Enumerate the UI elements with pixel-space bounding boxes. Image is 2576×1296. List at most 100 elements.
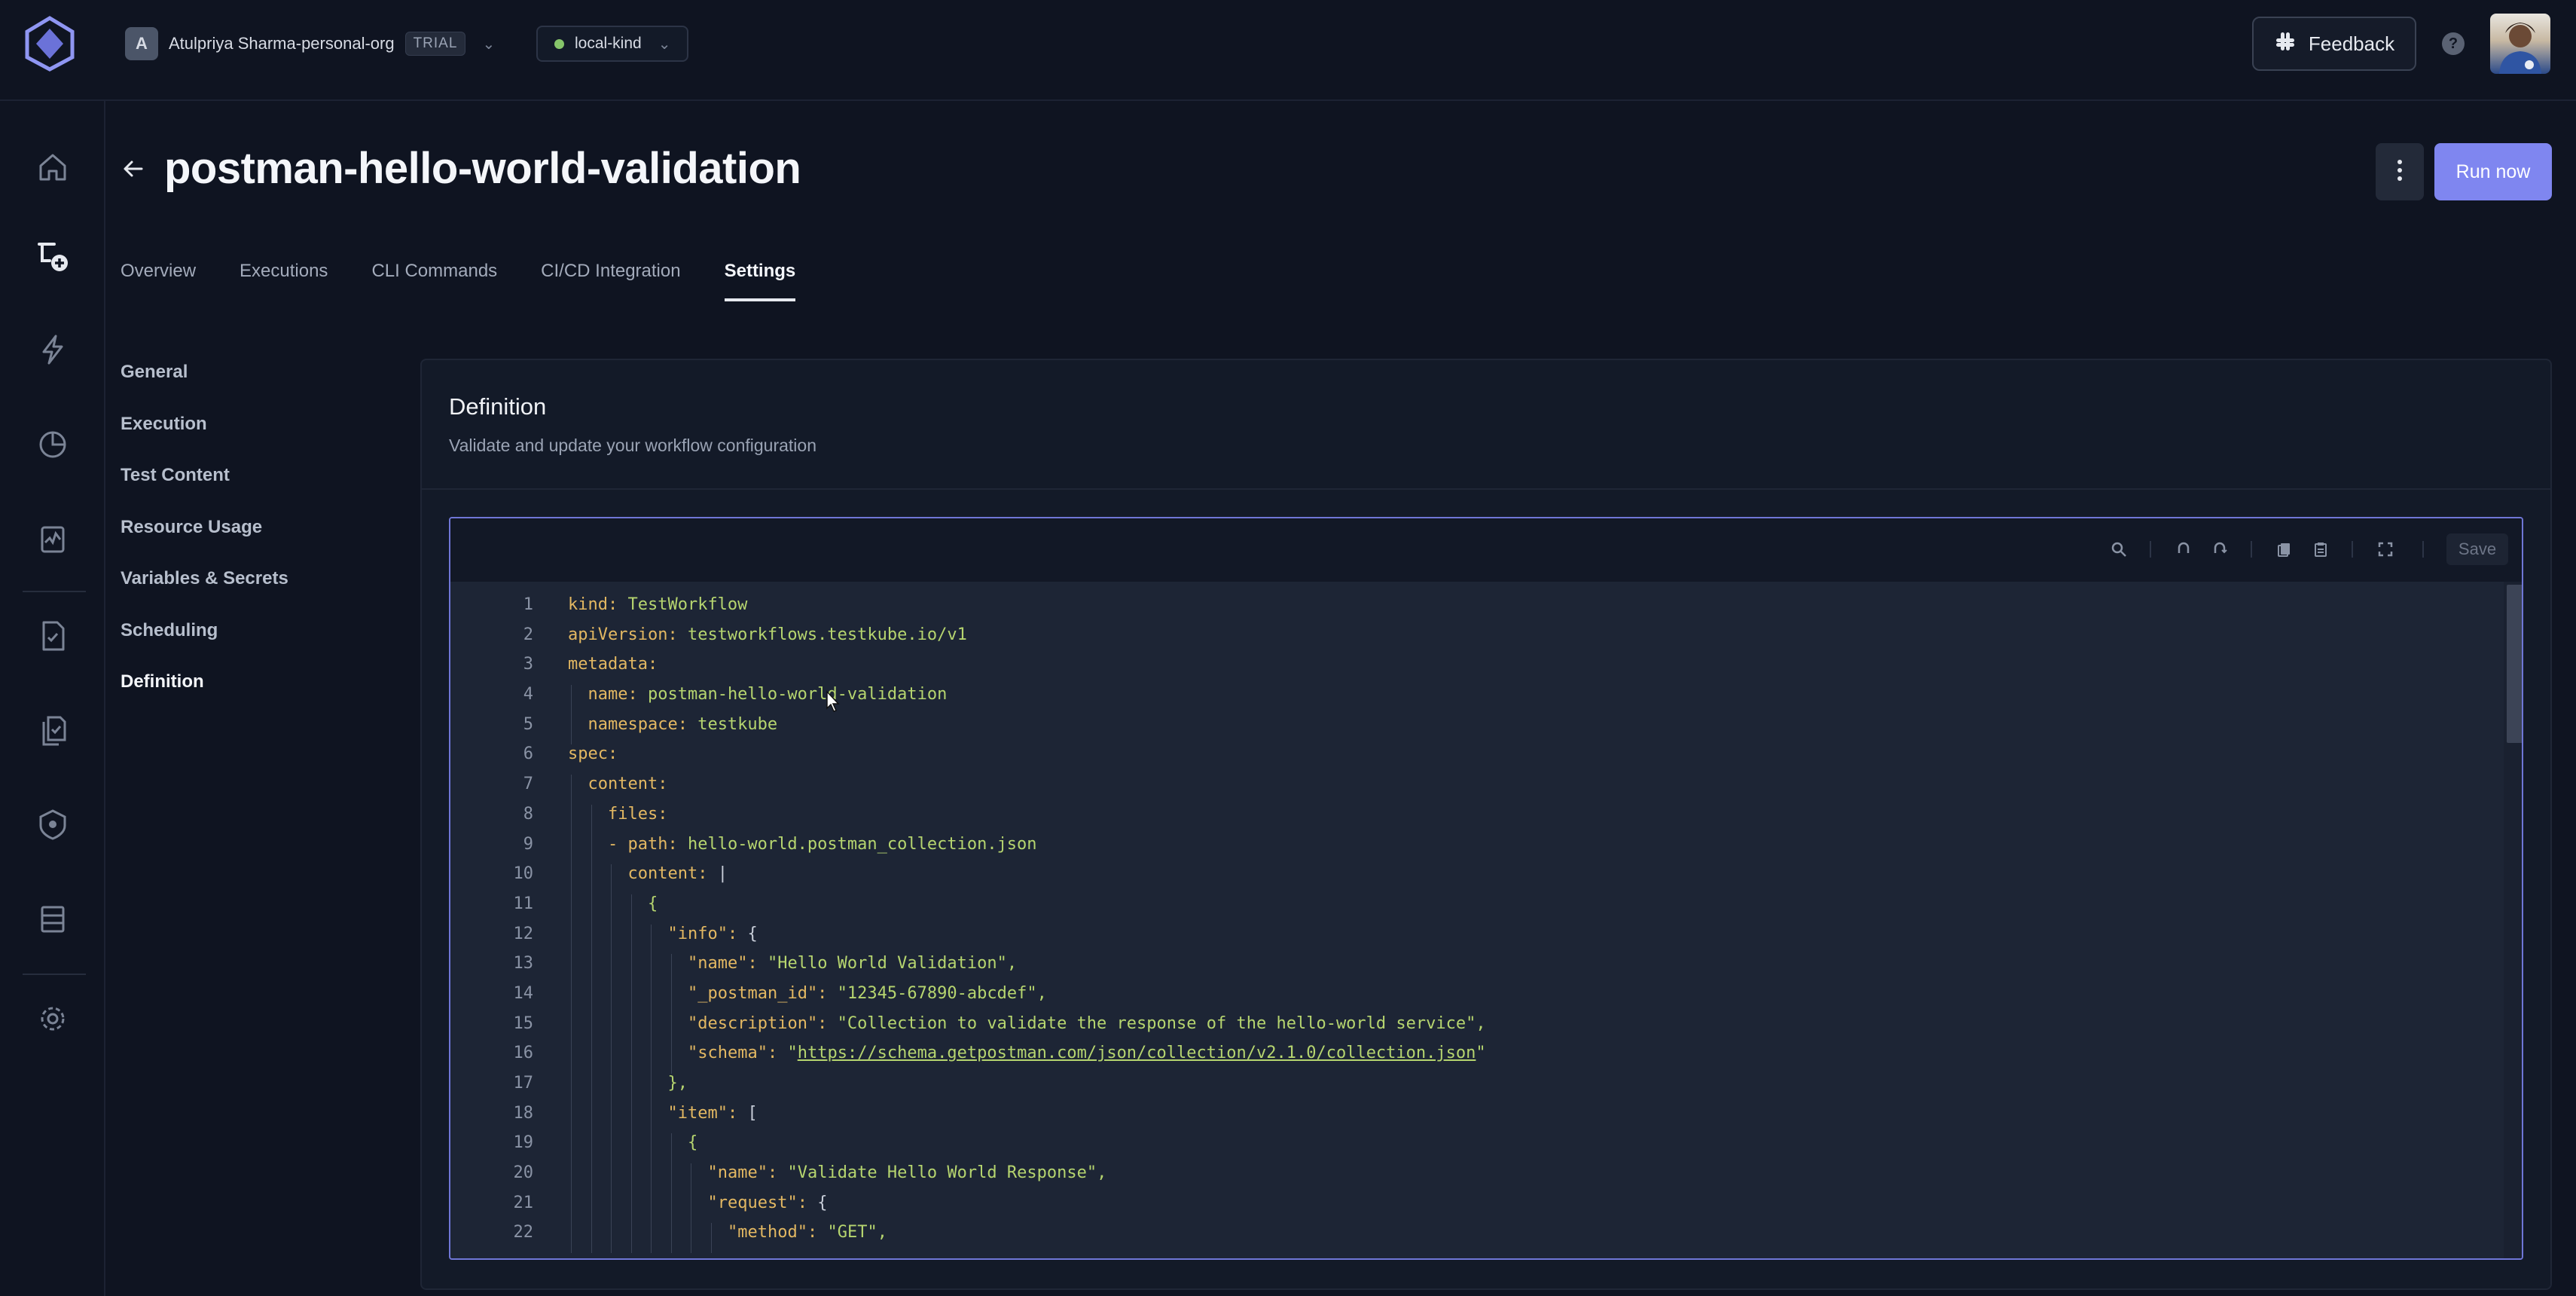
undo-icon[interactable] (2172, 538, 2195, 561)
tab-overview[interactable]: Overview (121, 261, 196, 306)
feedback-label: Feedback (2308, 32, 2395, 55)
home-icon[interactable] (33, 148, 72, 187)
settings-item-scheduling[interactable]: Scheduling (121, 620, 288, 672)
line-number: 6 (523, 744, 533, 764)
feedback-button[interactable]: Feedback (2252, 17, 2416, 71)
code-line[interactable]: 17}, (450, 1074, 2522, 1104)
indent-guide (651, 983, 652, 1014)
tab-executions[interactable]: Executions (240, 261, 328, 306)
code-line[interactable]: 2 apiVersion: testworkflows.testkube.io/v… (450, 625, 2522, 656)
settings-item-variables-secrets[interactable]: Variables & Secrets (121, 568, 288, 620)
definition-panel: Definition Validate and update your work… (420, 359, 2552, 1290)
indent-guide (611, 1163, 612, 1194)
editor-scrollbar-thumb[interactable] (2507, 585, 2522, 743)
save-button[interactable]: Save (2446, 533, 2508, 565)
code-line[interactable]: 8 files: (450, 804, 2522, 835)
yaml-key: metadata: (568, 655, 658, 674)
yaml-editor[interactable]: Save 1 kind: TestWorkflow 2 apiVersion: tes… (449, 517, 2523, 1260)
indent-guide (611, 1013, 612, 1044)
tab-settings[interactable]: Settings (724, 261, 795, 306)
code-line[interactable]: 22 "method": "GET", (450, 1223, 2522, 1254)
indent-guide (611, 894, 612, 925)
code-line[interactable]: 19 { (450, 1133, 2522, 1164)
indent-guide (670, 1013, 672, 1044)
code-line[interactable]: 12 "info": { (450, 924, 2522, 955)
environment-switcher[interactable]: local-kind ⌄ (536, 26, 688, 62)
indent-guide (571, 954, 572, 984)
settings-item-general[interactable]: General (121, 362, 288, 414)
lightning-icon[interactable] (33, 330, 72, 369)
more-options-button[interactable] (2376, 143, 2424, 200)
list-icon[interactable] (33, 900, 72, 939)
search-icon[interactable] (2107, 538, 2130, 561)
indent-guide (571, 804, 572, 835)
code-line[interactable]: 9 - path: hello-world.postman_collection.… (450, 834, 2522, 865)
indent-guide (591, 894, 592, 925)
pie-chart-icon[interactable] (33, 425, 72, 464)
test-file-icon[interactable] (33, 616, 72, 656)
settings-item-execution[interactable]: Execution (121, 414, 288, 466)
yaml-key: name: (588, 685, 638, 705)
paste-icon[interactable] (2309, 538, 2332, 561)
code-line[interactable]: 13 "name": "Hello World Validation", (450, 954, 2522, 984)
more-vertical-icon (2397, 159, 2403, 185)
settings-item-test-content[interactable]: Test Content (121, 465, 288, 517)
line-number: 11 (513, 894, 534, 913)
copy-icon[interactable] (2273, 538, 2296, 561)
code-text: "name": "Hello World Validation", (688, 954, 1017, 973)
code-text: "request": { (708, 1194, 828, 1212)
yaml-key: "_postman_id": (688, 983, 828, 1003)
code-line[interactable]: 21 "request": { (450, 1193, 2522, 1224)
back-arrow-icon[interactable] (119, 155, 146, 182)
code-line[interactable]: 6 spec: (450, 744, 2522, 775)
tab-cli-commands[interactable]: CLI Commands (371, 261, 497, 306)
shield-icon[interactable] (33, 805, 72, 844)
code-line[interactable]: 15 "description": "Collection to validate… (450, 1013, 2522, 1044)
indent-guide (630, 1074, 632, 1104)
code-line[interactable]: 20 "name": "Validate Hello World Response… (450, 1163, 2522, 1194)
settings-item-resource-usage[interactable]: Resource Usage (121, 517, 288, 569)
yaml-key: files: (608, 804, 668, 824)
indent-guide (591, 1223, 592, 1254)
org-switcher[interactable]: A Atulpriya Sharma-personal-org TRIAL ⌄ (125, 27, 495, 60)
code-line[interactable]: 5 namespace: testkube (450, 714, 2522, 745)
help-icon[interactable]: ? (2442, 32, 2465, 55)
test-suites-icon[interactable] (33, 711, 72, 750)
code-line[interactable]: 11 { (450, 894, 2522, 925)
environment-status-dot (554, 38, 564, 49)
code-line[interactable]: 4 name: postman-hello-world-validation (450, 685, 2522, 715)
code-line[interactable]: 18 "item": [ (450, 1103, 2522, 1134)
tab-cicd-integration[interactable]: CI/CD Integration (541, 261, 680, 306)
gear-icon[interactable] (33, 999, 72, 1038)
fullscreen-icon[interactable] (2374, 538, 2397, 561)
workflow-add-icon[interactable] (33, 237, 72, 276)
code-line[interactable]: 1 kind: TestWorkflow (450, 595, 2522, 625)
indent-guide (571, 894, 572, 925)
indent-guide (571, 864, 572, 894)
line-number: 12 (513, 924, 534, 943)
code-line[interactable]: 7 content: (450, 775, 2522, 805)
code-line[interactable]: 16 "schema": "https://schema.getpostman.c… (450, 1044, 2522, 1074)
user-avatar[interactable] (2490, 14, 2550, 74)
indent-guide (591, 834, 592, 865)
redo-icon[interactable] (2208, 538, 2231, 561)
code-line[interactable]: 3 metadata: (450, 655, 2522, 685)
panel-divider (422, 488, 2550, 490)
indent-guide (630, 1133, 632, 1164)
testkube-logo-icon[interactable] (23, 15, 77, 72)
indent-guide (630, 1163, 632, 1194)
code-line[interactable]: 14 "_postman_id": "12345-67890-abcdef", (450, 983, 2522, 1014)
toolbar-separator (2422, 541, 2424, 558)
indent-guide (591, 1074, 592, 1104)
code-text: metadata: (568, 655, 658, 674)
yaml-value: [ (737, 1103, 758, 1123)
indent-guide (611, 1133, 612, 1164)
insights-icon[interactable] (33, 520, 72, 559)
schema-link[interactable]: https://schema.getpostman.com/json/colle… (798, 1044, 1476, 1062)
code-area[interactable]: 1 kind: TestWorkflow 2 apiVersion: testwork… (450, 595, 2522, 1254)
settings-item-definition[interactable]: Definition (121, 671, 288, 723)
code-line[interactable]: 10 content: | (450, 864, 2522, 894)
line-number: 4 (523, 685, 533, 705)
code-text: apiVersion: testworkflows.testkube.io/v1 (568, 625, 967, 644)
run-now-button[interactable]: Run now (2434, 143, 2552, 200)
